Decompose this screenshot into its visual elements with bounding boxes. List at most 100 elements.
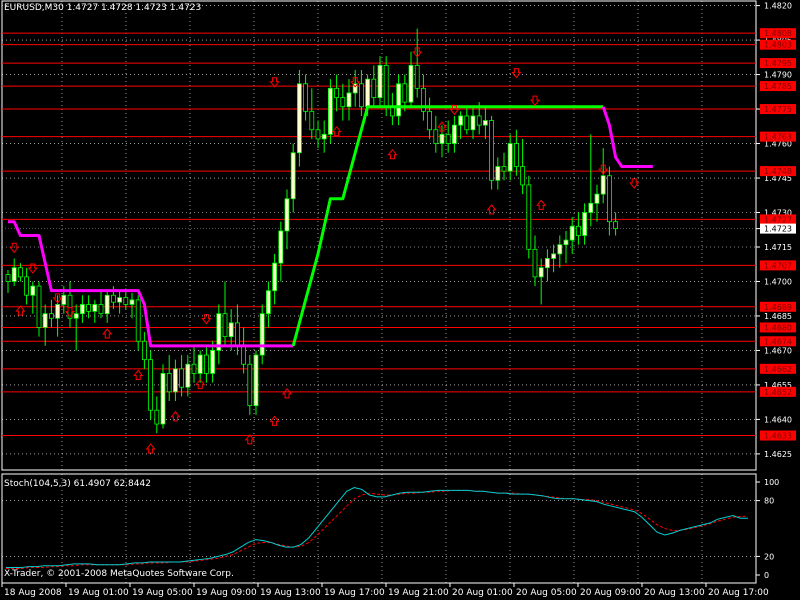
candle-body (49, 313, 54, 319)
candle-body (365, 78, 371, 108)
stochastic-pane-border (1, 473, 757, 584)
candle-body (309, 110, 315, 131)
candle-body (427, 110, 433, 131)
candle-body (278, 230, 284, 264)
candle-body (172, 368, 178, 393)
candle-body (55, 304, 60, 319)
level-label: 1.4785 (764, 82, 792, 91)
candle-body (346, 92, 352, 108)
stoch-signal-line (6, 489, 748, 569)
candle-body (470, 115, 476, 131)
time-label: 19 Aug 09:00 (196, 588, 257, 598)
price-tick-label: 1.4670 (764, 346, 792, 355)
level-label: 1.4808 (764, 29, 792, 38)
time-label: 20 Aug 01:00 (452, 588, 513, 598)
candle-body (569, 225, 575, 241)
candle-body (501, 166, 507, 172)
price-tick-label: 1.4685 (764, 312, 792, 321)
level-label: 1.4795 (764, 59, 792, 68)
candle-body (61, 294, 67, 305)
time-label: 20 Aug 17:00 (708, 588, 769, 598)
candle-body (148, 359, 154, 411)
sell-arrow-icon (269, 77, 280, 88)
candle-body (551, 253, 556, 259)
candle-body (340, 97, 346, 108)
candle-body (433, 129, 439, 144)
candle-body (284, 198, 290, 232)
candle-body (358, 83, 364, 108)
level-label: 1.4662 (764, 365, 792, 374)
candle-body (117, 297, 122, 303)
copyright-text: X-Trader, © 2001-2008 MetaQuotes Softwar… (4, 569, 234, 579)
candle-body (203, 354, 209, 374)
candle-body (464, 115, 470, 131)
candle-body (557, 244, 563, 255)
time-label: 19 Aug 05:00 (132, 588, 193, 598)
buy-arrow-icon (536, 199, 547, 210)
level-label: 1.4748 (764, 167, 792, 176)
candle-body (210, 350, 216, 374)
level-label: 1.4803 (764, 41, 792, 50)
time-label: 19 Aug 01:00 (68, 588, 129, 598)
candle-body (439, 133, 445, 144)
candle-body (179, 368, 185, 388)
candle-body (327, 87, 333, 135)
level-label: 1.4775 (764, 105, 792, 114)
level-label: 1.4689 (764, 303, 792, 312)
candle-body (253, 354, 259, 407)
current-price-label: 1.4723 (764, 225, 792, 234)
candle-body (111, 294, 116, 303)
level-label: 1.4652 (764, 388, 792, 397)
stoch-tick-label: 0 (764, 571, 769, 580)
candle-body (458, 115, 464, 126)
candle-body (377, 64, 383, 98)
candle-body (507, 143, 513, 172)
candle-body (296, 83, 302, 154)
chart-canvas[interactable]: 1.48201.48051.47901.47751.47601.47451.47… (0, 0, 800, 600)
candle-body (538, 267, 544, 278)
candle-body (563, 239, 569, 246)
price-tick-label: 1.4715 (764, 243, 792, 252)
sell-arrow-icon (529, 95, 541, 106)
buy-arrow-icon (15, 305, 26, 316)
candle-body (247, 363, 253, 407)
candle-body (545, 258, 550, 269)
price-tick-label: 1.4640 (764, 415, 792, 424)
candle-body (290, 152, 296, 200)
buy-arrow-icon (269, 415, 280, 426)
candle-body (600, 175, 606, 195)
candle-body (241, 345, 247, 365)
candle-body (334, 87, 340, 98)
chart-window: 1.48201.48051.47901.47751.47601.47451.47… (0, 0, 800, 600)
candle-body (185, 363, 191, 388)
candle-body (445, 133, 451, 144)
candle-body (607, 175, 612, 223)
buy-arrow-icon (145, 443, 156, 454)
sell-arrow-icon (511, 68, 522, 79)
time-label: 19 Aug 17:00 (324, 588, 385, 598)
time-label: 19 Aug 13:00 (260, 588, 321, 598)
buy-arrow-icon (331, 125, 342, 137)
candle-body (17, 267, 23, 278)
buy-arrow-icon (387, 148, 398, 160)
candle-body (228, 322, 234, 338)
candle-body (594, 193, 600, 204)
stoch-tick-label: 20 (764, 552, 774, 561)
price-tick-label: 1.4625 (764, 450, 792, 459)
sell-arrow-icon (629, 178, 640, 189)
candle-body (160, 373, 166, 425)
time-label: 19 Aug 21:00 (388, 588, 449, 598)
candle-body (191, 363, 197, 374)
candle-body (315, 129, 321, 140)
candle-body (104, 294, 110, 315)
level-label: 1.4680 (764, 323, 792, 332)
candle-body (383, 64, 389, 108)
time-label: 18 Aug 2008 (4, 588, 62, 598)
candle-body (576, 225, 581, 236)
candle-body (129, 299, 135, 305)
candle-body (259, 313, 265, 356)
price-tick-label: 1.4700 (764, 277, 792, 286)
buy-arrow-icon (244, 434, 255, 445)
price-tick-label: 1.4790 (764, 71, 792, 80)
candle-body (520, 166, 525, 186)
